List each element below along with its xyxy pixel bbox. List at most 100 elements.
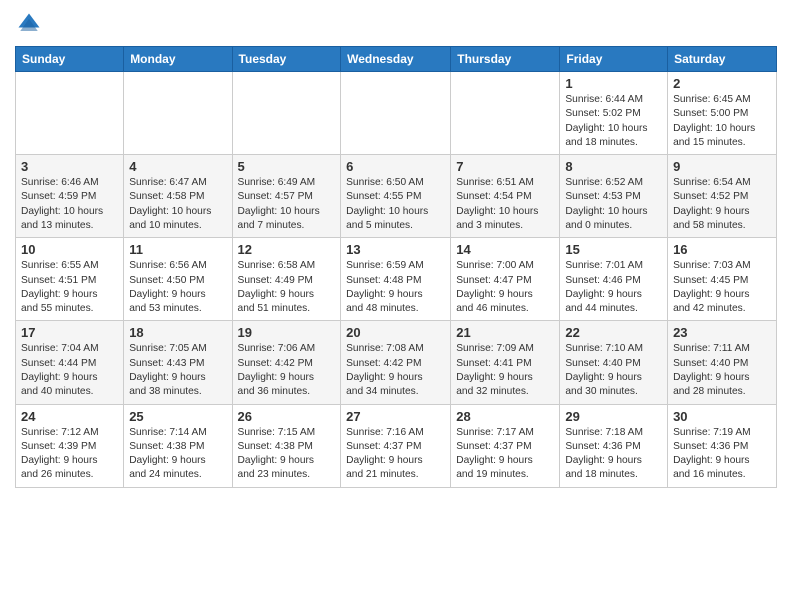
day-number: 17 xyxy=(21,325,118,340)
day-number: 20 xyxy=(346,325,445,340)
day-info: Sunrise: 7:09 AMSunset: 4:41 PMDaylight:… xyxy=(456,342,554,399)
day-info: Sunrise: 7:11 AMSunset: 4:40 PMDaylight:… xyxy=(673,342,771,399)
day-number: 26 xyxy=(238,409,336,424)
day-number: 27 xyxy=(346,409,445,424)
calendar-cell: 11 Sunrise: 6:56 AMSunset: 4:50 PMDayligh… xyxy=(124,238,232,321)
calendar-cell: 30 Sunrise: 7:19 AMSunset: 4:36 PMDayligh… xyxy=(668,404,777,487)
calendar-cell: 3 Sunrise: 6:46 AMSunset: 4:59 PMDaylight… xyxy=(16,155,124,238)
calendar-cell: 8 Sunrise: 6:52 AMSunset: 4:53 PMDaylight… xyxy=(560,155,668,238)
day-info: Sunrise: 7:10 AMSunset: 4:40 PMDaylight:… xyxy=(565,342,662,399)
calendar-week-row: 10 Sunrise: 6:55 AMSunset: 4:51 PMDayligh… xyxy=(16,238,777,321)
day-number: 23 xyxy=(673,325,771,340)
day-number: 30 xyxy=(673,409,771,424)
day-number: 3 xyxy=(21,159,118,174)
calendar-cell xyxy=(451,72,560,155)
day-number: 12 xyxy=(238,242,336,257)
day-info: Sunrise: 6:54 AMSunset: 4:52 PMDaylight:… xyxy=(673,176,771,233)
calendar-cell xyxy=(232,72,341,155)
day-info: Sunrise: 7:05 AMSunset: 4:43 PMDaylight:… xyxy=(129,342,226,399)
calendar-header-wednesday: Wednesday xyxy=(341,47,451,72)
day-number: 16 xyxy=(673,242,771,257)
calendar-cell: 9 Sunrise: 6:54 AMSunset: 4:52 PMDaylight… xyxy=(668,155,777,238)
day-number: 18 xyxy=(129,325,226,340)
calendar-cell: 2 Sunrise: 6:45 AMSunset: 5:00 PMDaylight… xyxy=(668,72,777,155)
calendar-cell: 1 Sunrise: 6:44 AMSunset: 5:02 PMDaylight… xyxy=(560,72,668,155)
day-info: Sunrise: 7:19 AMSunset: 4:36 PMDaylight:… xyxy=(673,426,771,483)
day-number: 2 xyxy=(673,76,771,91)
calendar-cell xyxy=(124,72,232,155)
day-info: Sunrise: 7:06 AMSunset: 4:42 PMDaylight:… xyxy=(238,342,336,399)
day-info: Sunrise: 7:12 AMSunset: 4:39 PMDaylight:… xyxy=(21,426,118,483)
day-number: 8 xyxy=(565,159,662,174)
day-number: 21 xyxy=(456,325,554,340)
calendar-cell: 12 Sunrise: 6:58 AMSunset: 4:49 PMDayligh… xyxy=(232,238,341,321)
day-info: Sunrise: 6:47 AMSunset: 4:58 PMDaylight:… xyxy=(129,176,226,233)
day-number: 15 xyxy=(565,242,662,257)
day-info: Sunrise: 7:14 AMSunset: 4:38 PMDaylight:… xyxy=(129,426,226,483)
calendar-cell: 24 Sunrise: 7:12 AMSunset: 4:39 PMDayligh… xyxy=(16,404,124,487)
day-info: Sunrise: 6:52 AMSunset: 4:53 PMDaylight:… xyxy=(565,176,662,233)
calendar-cell: 19 Sunrise: 7:06 AMSunset: 4:42 PMDayligh… xyxy=(232,321,341,404)
day-info: Sunrise: 7:16 AMSunset: 4:37 PMDaylight:… xyxy=(346,426,445,483)
calendar-cell xyxy=(341,72,451,155)
day-number: 24 xyxy=(21,409,118,424)
calendar-cell: 25Sunrise: 7:14 AMSunset: 4:38 PMDayligh… xyxy=(124,404,232,487)
day-info: Sunrise: 6:56 AMSunset: 4:50 PMDaylight:… xyxy=(129,259,226,316)
day-info: Sunrise: 7:18 AMSunset: 4:36 PMDaylight:… xyxy=(565,426,662,483)
calendar-table: SundayMondayTuesdayWednesdayThursdayFrid… xyxy=(15,46,777,488)
day-info: Sunrise: 7:04 AMSunset: 4:44 PMDaylight:… xyxy=(21,342,118,399)
day-info: Sunrise: 6:58 AMSunset: 4:49 PMDaylight:… xyxy=(238,259,336,316)
calendar-cell: 22 Sunrise: 7:10 AMSunset: 4:40 PMDayligh… xyxy=(560,321,668,404)
day-number: 28 xyxy=(456,409,554,424)
calendar-cell: 28 Sunrise: 7:17 AMSunset: 4:37 PMDayligh… xyxy=(451,404,560,487)
day-number: 10 xyxy=(21,242,118,257)
calendar-header-thursday: Thursday xyxy=(451,47,560,72)
logo xyxy=(15,10,47,38)
calendar-cell: 6 Sunrise: 6:50 AMSunset: 4:55 PMDaylight… xyxy=(341,155,451,238)
calendar-header-monday: Monday xyxy=(124,47,232,72)
calendar-cell: 14 Sunrise: 7:00 AMSunset: 4:47 PMDayligh… xyxy=(451,238,560,321)
day-info: Sunrise: 7:08 AMSunset: 4:42 PMDaylight:… xyxy=(346,342,445,399)
calendar-cell: 18 Sunrise: 7:05 AMSunset: 4:43 PMDayligh… xyxy=(124,321,232,404)
day-number: 29 xyxy=(565,409,662,424)
calendar-cell: 23 Sunrise: 7:11 AMSunset: 4:40 PMDayligh… xyxy=(668,321,777,404)
calendar-cell: 5Sunrise: 6:49 AMSunset: 4:57 PMDaylight… xyxy=(232,155,341,238)
day-info: Sunrise: 6:50 AMSunset: 4:55 PMDaylight:… xyxy=(346,176,445,233)
calendar-header-row: SundayMondayTuesdayWednesdayThursdayFrid… xyxy=(16,47,777,72)
day-number: 11 xyxy=(129,242,226,257)
day-info: Sunrise: 6:46 AMSunset: 4:59 PMDaylight:… xyxy=(21,176,118,233)
calendar-cell: 20 Sunrise: 7:08 AMSunset: 4:42 PMDayligh… xyxy=(341,321,451,404)
day-number: 14 xyxy=(456,242,554,257)
day-number: 22 xyxy=(565,325,662,340)
day-number: 13 xyxy=(346,242,445,257)
header xyxy=(15,10,777,38)
day-info: Sunrise: 7:01 AMSunset: 4:46 PMDaylight:… xyxy=(565,259,662,316)
day-info: Sunrise: 7:03 AMSunset: 4:45 PMDaylight:… xyxy=(673,259,771,316)
day-number: 7 xyxy=(456,159,554,174)
calendar-week-row: 17 Sunrise: 7:04 AMSunset: 4:44 PMDayligh… xyxy=(16,321,777,404)
calendar-cell: 27 Sunrise: 7:16 AMSunset: 4:37 PMDayligh… xyxy=(341,404,451,487)
calendar-cell: 26Sunrise: 7:15 AMSunset: 4:38 PMDayligh… xyxy=(232,404,341,487)
day-number: 9 xyxy=(673,159,771,174)
day-number: 6 xyxy=(346,159,445,174)
calendar-header-friday: Friday xyxy=(560,47,668,72)
day-info: Sunrise: 6:44 AMSunset: 5:02 PMDaylight:… xyxy=(565,93,662,150)
day-info: Sunrise: 6:55 AMSunset: 4:51 PMDaylight:… xyxy=(21,259,118,316)
day-info: Sunrise: 6:49 AMSunset: 4:57 PMDaylight:… xyxy=(238,176,336,233)
logo-icon xyxy=(15,10,43,38)
calendar-week-row: 3 Sunrise: 6:46 AMSunset: 4:59 PMDaylight… xyxy=(16,155,777,238)
day-info: Sunrise: 6:45 AMSunset: 5:00 PMDaylight:… xyxy=(673,93,771,150)
day-info: Sunrise: 7:17 AMSunset: 4:37 PMDaylight:… xyxy=(456,426,554,483)
day-info: Sunrise: 7:00 AMSunset: 4:47 PMDaylight:… xyxy=(456,259,554,316)
page-container: SundayMondayTuesdayWednesdayThursdayFrid… xyxy=(0,0,792,498)
calendar-cell xyxy=(16,72,124,155)
calendar-week-row: 1 Sunrise: 6:44 AMSunset: 5:02 PMDaylight… xyxy=(16,72,777,155)
calendar-cell: 21 Sunrise: 7:09 AMSunset: 4:41 PMDayligh… xyxy=(451,321,560,404)
calendar-cell: 10 Sunrise: 6:55 AMSunset: 4:51 PMDayligh… xyxy=(16,238,124,321)
day-number: 1 xyxy=(565,76,662,91)
day-number: 4 xyxy=(129,159,226,174)
day-number: 19 xyxy=(238,325,336,340)
calendar-cell: 29 Sunrise: 7:18 AMSunset: 4:36 PMDayligh… xyxy=(560,404,668,487)
calendar-header-tuesday: Tuesday xyxy=(232,47,341,72)
calendar-cell: 13Sunrise: 6:59 AMSunset: 4:48 PMDayligh… xyxy=(341,238,451,321)
